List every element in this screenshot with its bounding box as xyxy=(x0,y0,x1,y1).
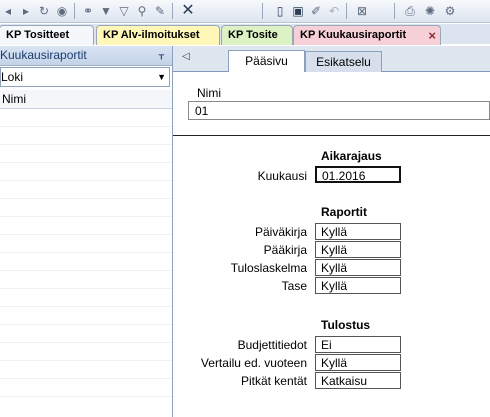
grid-line xyxy=(0,378,172,379)
grid-line xyxy=(0,342,172,343)
arrow-left-icon[interactable]: ◂ xyxy=(0,3,16,19)
tase-field[interactable]: Kyllä xyxy=(315,277,401,294)
tab-paasivu[interactable]: Pääsivu xyxy=(228,50,305,72)
toolbar-separator xyxy=(346,3,347,19)
save-icon[interactable]: ▣ xyxy=(290,3,306,19)
grid-line xyxy=(0,288,172,289)
grid-line xyxy=(0,324,172,325)
zoom-icon[interactable]: ⚲ xyxy=(134,3,150,19)
sub-tabs: ◁ Pääsivu Esikatselu xyxy=(173,46,490,72)
pitkat-kentat-field[interactable]: Katkaisu xyxy=(315,372,401,389)
paakirja-field[interactable]: Kyllä xyxy=(315,241,401,258)
list-select[interactable]: Loki ▼ xyxy=(0,67,170,87)
section-tulostus: Tulostus xyxy=(321,318,371,332)
grid-line xyxy=(0,270,172,271)
delete-icon[interactable]: ⊠ xyxy=(354,3,370,19)
grid-line xyxy=(0,396,172,397)
detail-area: ◁ Pääsivu Esikatselu Nimi 01 Aikarajaus … xyxy=(173,46,490,417)
print-icon[interactable]: ⎙ xyxy=(402,3,418,19)
grid-line xyxy=(0,216,172,217)
column-header-label: Nimi xyxy=(2,92,26,106)
field-value: Kyllä xyxy=(321,356,348,370)
grid-line xyxy=(0,162,172,163)
paakirja-label: Pääkirja xyxy=(263,243,307,257)
close-icon[interactable]: ✕ xyxy=(180,3,196,19)
kuukausi-field[interactable]: 01.2016 xyxy=(315,166,401,183)
filter-clear-icon[interactable]: ▽ xyxy=(116,3,132,19)
report-form: Nimi 01 Aikarajaus Kuukausi 01.2016 Rapo… xyxy=(173,72,490,417)
tab-kp-alv-ilmoitukset[interactable]: KP Alv-ilmoitukset xyxy=(96,25,220,45)
grid-line xyxy=(0,360,172,361)
vertailu-label: Vertailu ed. vuoteen xyxy=(200,356,307,370)
edit-icon[interactable]: ✐ xyxy=(308,3,324,19)
binoculars-icon[interactable]: ⚭ xyxy=(80,3,96,19)
grid-line xyxy=(0,198,172,199)
grid-line xyxy=(0,144,172,145)
toolbar-separator xyxy=(74,3,75,19)
tab-kp-tositteet[interactable]: KP Tositteet xyxy=(0,25,94,45)
tab-kp-tosite[interactable]: KP Tosite xyxy=(221,25,293,45)
kuukausi-value: 01.2016 xyxy=(322,169,366,183)
tab-label: KP Alv-ilmoitukset xyxy=(103,29,200,41)
clear-icon[interactable]: ✎ xyxy=(152,3,168,19)
vertailu-field[interactable]: Kyllä xyxy=(315,354,401,371)
budjettitiedot-label: Budjettitiedot xyxy=(237,338,307,352)
gear-icon[interactable]: ⚙ xyxy=(442,3,458,19)
left-panel: Kuukausiraportit ᚁ Loki ▼ Nimi xyxy=(0,46,173,417)
grid-line xyxy=(0,180,172,181)
tab-label: KP Tosite xyxy=(228,29,278,41)
grid-line xyxy=(0,306,172,307)
field-value: Ei xyxy=(321,338,332,352)
tab-esikatselu[interactable]: Esikatselu xyxy=(305,51,382,72)
tase-label: Tase xyxy=(281,279,307,293)
pitkat-kentat-label: Pitkät kentät xyxy=(240,374,307,388)
arrow-right-icon[interactable]: ▸ xyxy=(18,3,34,19)
section-aikarajaus: Aikarajaus xyxy=(321,149,382,163)
name-field[interactable]: 01 xyxy=(188,101,490,120)
field-value: Kyllä xyxy=(321,279,348,293)
panel-header: Kuukausiraportit ᚁ xyxy=(0,46,172,66)
pin-icon[interactable]: ᚁ xyxy=(159,46,164,65)
filter-icon[interactable]: ▼ xyxy=(98,3,114,19)
paivakirja-label: Päiväkirja xyxy=(254,225,307,239)
close-tab-icon[interactable]: × xyxy=(428,26,436,45)
select-value: Loki xyxy=(1,70,24,84)
tuloslaskelma-label: Tuloslaskelma xyxy=(230,261,307,275)
undo-icon[interactable]: ↶ xyxy=(326,3,342,19)
tab-kp-kuukausiraportit[interactable]: KP Kuukausiraportit × xyxy=(293,25,441,45)
grid-line xyxy=(0,126,172,127)
settings-icon[interactable]: ✺ xyxy=(422,3,438,19)
column-header[interactable]: Nimi xyxy=(0,90,172,109)
grid-line xyxy=(0,234,172,235)
kuukausi-label: Kuukausi xyxy=(257,169,307,183)
field-value: Kyllä xyxy=(321,261,348,275)
divider xyxy=(173,135,490,136)
document-tabs: KP Tositteet KP Alv-ilmoitukset KP Tosit… xyxy=(0,24,490,45)
panel-title: Kuukausiraportit xyxy=(0,48,87,62)
field-value: Kyllä xyxy=(321,243,348,257)
tuloslaskelma-field[interactable]: Kyllä xyxy=(315,259,401,276)
budjettitiedot-field[interactable]: Ei xyxy=(315,336,401,353)
tab-label: Pääsivu xyxy=(245,54,288,68)
paivakirja-field[interactable]: Kyllä xyxy=(315,223,401,240)
field-value: Katkaisu xyxy=(321,374,368,388)
tab-label: KP Kuukausiraportit xyxy=(300,29,407,41)
chevron-down-icon[interactable]: ▼ xyxy=(157,68,166,86)
toolbar-separator xyxy=(262,3,263,19)
collapse-arrow-icon[interactable]: ◁ xyxy=(182,51,190,62)
toolbar: ◂ ▸ ↻ ◉ ⚭ ▼ ▽ ⚲ ✎ ✕ ▯ ▣ ✐ ↶ ⊠ ⎙ ✺ ⚙ xyxy=(0,0,490,23)
section-raportit: Raportit xyxy=(321,205,367,219)
grid-line xyxy=(0,252,172,253)
tab-label: Esikatselu xyxy=(316,55,371,69)
new-document-icon[interactable]: ▯ xyxy=(272,3,288,19)
field-value: Kyllä xyxy=(321,225,348,239)
name-label: Nimi xyxy=(197,86,221,100)
toolbar-separator xyxy=(172,3,173,19)
refresh-icon[interactable]: ↻ xyxy=(36,3,52,19)
name-value: 01 xyxy=(195,104,209,118)
toolbar-separator xyxy=(394,3,395,19)
tab-label: KP Tositteet xyxy=(6,29,70,41)
stop-icon[interactable]: ◉ xyxy=(54,3,70,19)
